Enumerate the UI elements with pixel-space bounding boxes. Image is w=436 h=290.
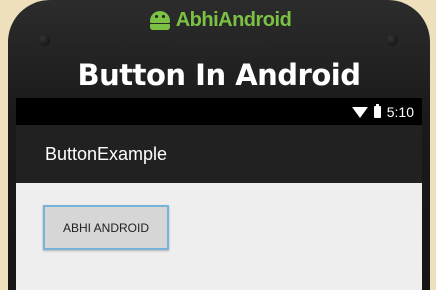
brand-logo: AbhiAndroid	[8, 6, 430, 34]
page-title: Button In Android	[77, 58, 361, 92]
abhi-android-button[interactable]: ABHI ANDROID	[43, 205, 169, 250]
status-time: 5:10	[386, 103, 414, 120]
app-title: ButtonExample	[45, 143, 168, 164]
battery-icon	[373, 103, 381, 118]
wifi-icon	[351, 107, 368, 118]
front-camera	[38, 34, 50, 46]
android-robot-icon	[147, 10, 173, 30]
sensor	[386, 34, 398, 46]
status-bar: 5:10	[16, 98, 422, 125]
action-bar: ButtonExample	[16, 125, 422, 183]
phone-frame: AbhiAndroid Button In Android 5:10 Butto…	[8, 0, 430, 290]
earpiece-speaker	[173, 40, 265, 45]
device-screen: 5:10 ButtonExample ABHI ANDROID	[16, 98, 422, 290]
content-area: ABHI ANDROID	[16, 183, 422, 290]
brand-name: AbhiAndroid	[175, 8, 292, 31]
